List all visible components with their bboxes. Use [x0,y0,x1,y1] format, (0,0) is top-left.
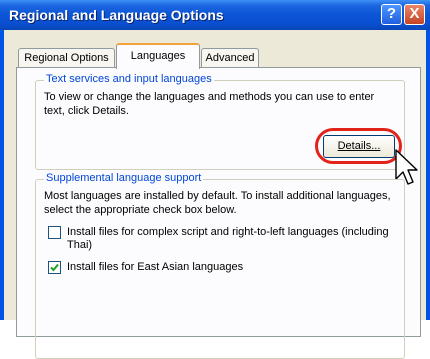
supplemental-description-1: Most languages are installed by default.… [44,190,391,202]
text-services-group: Text services and input languages To vie… [35,73,418,185]
close-button[interactable]: X [404,4,425,25]
complex-script-label[interactable]: Install files for complex script and rig… [67,226,407,252]
checkmark-icon [50,263,59,272]
languages-panel: Text services and input languages To vie… [16,67,421,359]
tab-languages[interactable]: Languages [116,43,200,69]
supplemental-description-2: select the appropriate check box below. [44,204,237,216]
complex-script-label-line2: Thai) [67,239,93,251]
details-button-label: Details... [337,140,381,152]
complex-script-checkbox[interactable] [48,226,61,239]
close-icon: X [409,5,420,22]
help-button[interactable]: ? [381,4,402,25]
supplemental-title: Supplemental language support [44,172,204,184]
tab-regional-options[interactable]: Regional Options [18,48,115,68]
complex-script-label-line1: Install files for complex script and rig… [67,226,389,238]
window-title: Regional and Language Options [9,7,224,23]
tab-advanced[interactable]: Advanced [201,48,259,68]
help-icon: ? [386,5,397,22]
details-button[interactable]: Details... [323,135,395,158]
supplemental-support-group: Supplemental language support Most langu… [35,172,407,359]
east-asian-checkbox[interactable] [48,261,61,274]
east-asian-label[interactable]: Install files for East Asian languages [67,261,407,274]
title-bar[interactable]: Regional and Language Options ? X [0,0,430,30]
text-services-description-1: To view or change the languages and meth… [44,91,375,103]
dialog-window: Regional and Language Options ? X Region… [0,0,430,359]
text-services-title: Text services and input languages [44,73,214,85]
text-services-description-2: text, click Details. [44,105,129,117]
